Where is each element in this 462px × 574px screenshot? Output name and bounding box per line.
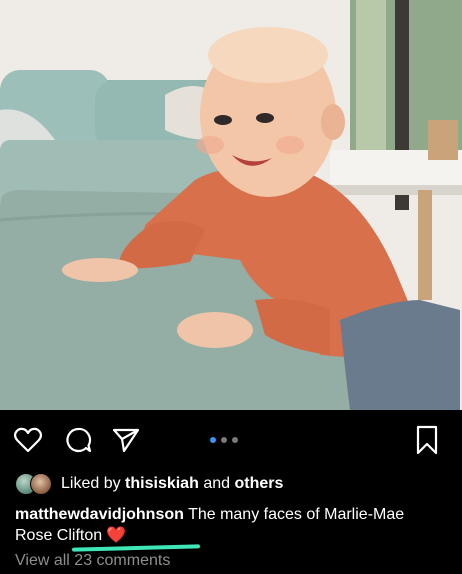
heart-outline-icon [14,427,42,453]
likes-prefix: Liked by [61,475,121,492]
carousel-dot-active [210,437,216,443]
post-action-bar [0,410,462,470]
likes-others-link[interactable]: others [234,475,283,493]
view-all-comments-link[interactable]: View all 23 comments [15,552,170,570]
red-heart-emoji: ❤️ [106,527,127,544]
save-button[interactable] [411,424,443,456]
carousel-indicator [210,437,238,443]
liker-username[interactable]: thisiskiah [125,475,199,493]
post-photo[interactable] [0,0,462,410]
paper-plane-icon [112,428,140,453]
post-caption: matthewdavidjohnson The many faces of Ma… [15,504,445,546]
comment-button[interactable] [62,424,94,456]
like-button[interactable] [12,424,44,456]
bookmark-icon [416,425,438,455]
carousel-dot [221,437,227,443]
likes-summary: Liked by thisiskiah and others [15,472,283,496]
carousel-dot [232,437,238,443]
likes-connector: and [203,475,231,492]
avatar [30,473,52,495]
caption-username[interactable]: matthewdavidjohnson [15,506,184,523]
post-image [0,0,462,410]
liker-avatars [15,473,55,495]
share-button[interactable] [110,424,142,456]
comment-bubble-icon [66,427,92,453]
